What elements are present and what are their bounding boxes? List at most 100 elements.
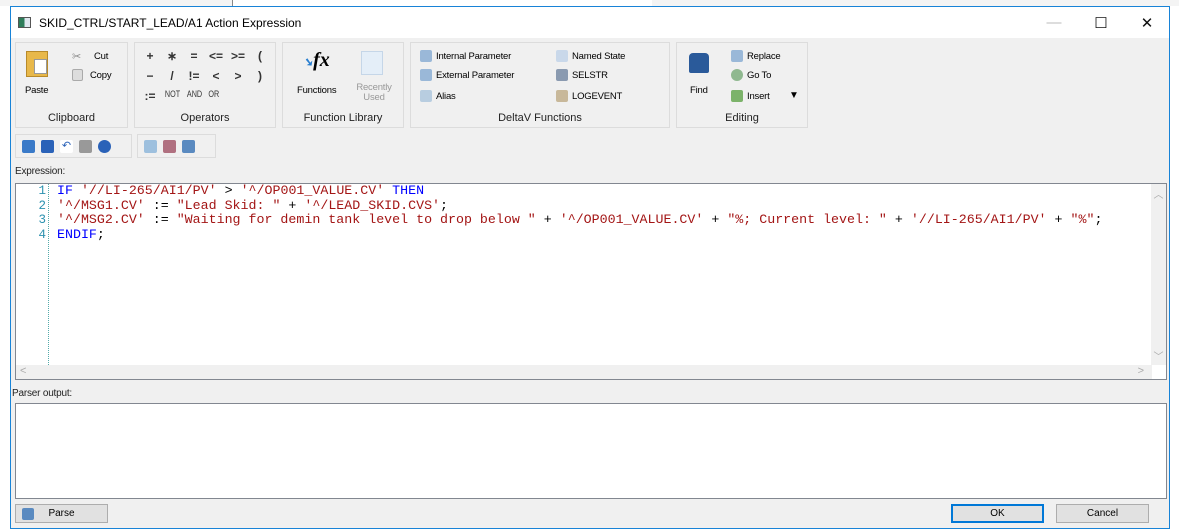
paste-button[interactable]: Paste — [25, 85, 48, 96]
editing-group: Find Replace Go To Insert ▼ Editing — [676, 42, 808, 128]
selstr-button[interactable]: SELSTR — [556, 69, 608, 81]
horizontal-scrollbar[interactable]: < > — [16, 365, 1152, 379]
window-title: SKID_CTRL/START_LEAD/A1 Action Expressio… — [39, 15, 302, 30]
zoom-icon[interactable] — [144, 139, 157, 153]
replace-icon — [731, 50, 743, 62]
code-token: + — [886, 212, 911, 227]
operator-2[interactable]: = — [185, 49, 203, 63]
scissors-icon: ✂ — [72, 51, 82, 63]
code-line: '^/MSG2.CV' := "Waiting for demin tank l… — [57, 212, 1102, 228]
code-token: ; — [96, 226, 105, 242]
cancel-button[interactable]: Cancel — [1056, 504, 1149, 523]
functions-button[interactable]: Functions — [297, 85, 337, 96]
copy-icon — [72, 69, 83, 81]
verify-icon[interactable] — [182, 139, 195, 153]
recently-used-icon — [361, 51, 383, 75]
goto-icon — [731, 69, 743, 81]
scroll-up-icon[interactable]: ︿ — [1151, 186, 1166, 201]
code-token: IF — [57, 183, 81, 198]
parse-button[interactable]: Parse — [15, 504, 108, 523]
insert-button[interactable]: Insert — [731, 90, 770, 102]
operator-4[interactable]: >= — [229, 49, 247, 63]
expression-editor[interactable]: 1234 IF '//LI-265/AI1/PV' > '^/OP001_VAL… — [15, 183, 1167, 380]
expression-label: Expression: — [15, 166, 66, 177]
maximize-button[interactable]: ☐ — [1078, 7, 1124, 38]
parser-output[interactable] — [15, 403, 1167, 499]
recently-used-button[interactable]: Recently Used — [353, 83, 395, 103]
internal-parameter-icon — [420, 50, 432, 62]
clipboard-group-label: Clipboard — [47, 112, 96, 124]
operator-7[interactable]: / — [163, 69, 181, 83]
code-token: "Lead Skid: " — [176, 197, 281, 213]
expression-code[interactable]: IF '//LI-265/AI1/PV' > '^/OP001_VALUE.CV… — [57, 183, 1102, 242]
line-number: 4 — [38, 227, 46, 242]
code-token: '^/MSG1.CV' — [57, 197, 145, 213]
help-icon[interactable] — [98, 139, 111, 153]
operator-0[interactable]: + — [141, 49, 159, 63]
named-state-button[interactable]: Named State — [556, 50, 625, 62]
close-button[interactable]: ✕ — [1124, 7, 1170, 38]
deltav-functions-group-label: DeltaV Functions — [498, 112, 582, 124]
code-token: + — [703, 212, 728, 227]
external-parameter-button[interactable]: External Parameter — [420, 69, 514, 81]
preview-icon[interactable] — [163, 139, 176, 153]
code-line: IF '//LI-265/AI1/PV' > '^/OP001_VALUE.CV… — [57, 183, 1102, 199]
alias-button[interactable]: Alias — [420, 90, 456, 102]
ok-button[interactable]: OK — [951, 504, 1044, 523]
operator-6[interactable]: − — [141, 69, 159, 83]
operator-14[interactable]: AND — [187, 89, 202, 99]
copy-button[interactable]: Copy — [72, 69, 112, 81]
scroll-left-icon[interactable]: < — [20, 365, 26, 377]
app-icon — [18, 17, 31, 28]
operators-group-label: Operators — [180, 112, 230, 124]
code-token: + — [535, 212, 560, 227]
parse-icon — [22, 507, 34, 520]
operator-9[interactable]: < — [207, 69, 225, 83]
code-token: '^/OP001_VALUE.CV' — [240, 183, 385, 198]
external-parameter-icon — [420, 69, 432, 81]
functions-icon: ➘fx — [303, 49, 330, 71]
operator-12[interactable]: := — [141, 89, 159, 103]
binoculars-icon — [689, 53, 709, 73]
line-number-gutter: 1234 — [16, 184, 49, 365]
named-state-icon — [556, 50, 568, 62]
undo-icon[interactable]: ↶ — [60, 139, 73, 153]
code-token: '//LI-265/AI1/PV' — [80, 183, 217, 198]
code-token: THEN — [384, 183, 425, 198]
view-toolbar — [137, 134, 216, 158]
vertical-scrollbar[interactable]: ︿ ﹀ — [1151, 184, 1166, 365]
cut-button[interactable]: ✂ Cut — [72, 50, 108, 63]
editing-group-label: Editing — [725, 112, 759, 124]
paste-icon — [26, 51, 48, 77]
scroll-down-icon[interactable]: ﹀ — [1151, 348, 1166, 363]
operator-11[interactable]: ) — [251, 69, 269, 83]
minimize-button[interactable]: — — [1031, 7, 1077, 38]
code-token: ENDIF — [57, 226, 97, 242]
operator-8[interactable]: != — [185, 69, 203, 83]
operator-10[interactable]: > — [229, 69, 247, 83]
operator-3[interactable]: <= — [207, 49, 225, 63]
operator-1[interactable]: ∗ — [163, 49, 181, 63]
operator-13[interactable]: NOT — [165, 89, 180, 99]
internal-parameter-button[interactable]: Internal Parameter — [420, 50, 511, 62]
save-icon[interactable] — [41, 139, 54, 153]
selstr-icon — [556, 69, 568, 81]
new-icon[interactable] — [22, 139, 35, 153]
code-line: '^/MSG1.CV' := "Lead Skid: " + '^/LEAD_S… — [57, 197, 1102, 214]
scroll-right-icon[interactable]: > — [1138, 365, 1144, 377]
editing-dropdown-arrow-icon[interactable]: ▼ — [789, 90, 799, 101]
operator-15[interactable]: OR — [208, 89, 219, 99]
goto-button[interactable]: Go To — [731, 69, 771, 81]
find-button[interactable]: Find — [690, 85, 708, 96]
operators-group: Operators + ∗ = <= >= ( − / != < >) := NOT AND OR — [134, 42, 276, 128]
replace-button[interactable]: Replace — [731, 50, 781, 62]
code-token: > — [216, 183, 241, 198]
operator-5[interactable]: ( — [251, 49, 269, 63]
logevent-button[interactable]: LOGEVENT — [556, 90, 622, 102]
code-token: "Waiting for demin tank level to drop be… — [176, 212, 536, 227]
code-token: + — [1046, 212, 1071, 227]
print-icon[interactable] — [79, 139, 92, 153]
code-token: '^/LEAD_SKID.CVS' — [304, 197, 441, 213]
code-token: "%; Current level: " — [727, 212, 887, 227]
code-token: ; — [440, 197, 449, 213]
